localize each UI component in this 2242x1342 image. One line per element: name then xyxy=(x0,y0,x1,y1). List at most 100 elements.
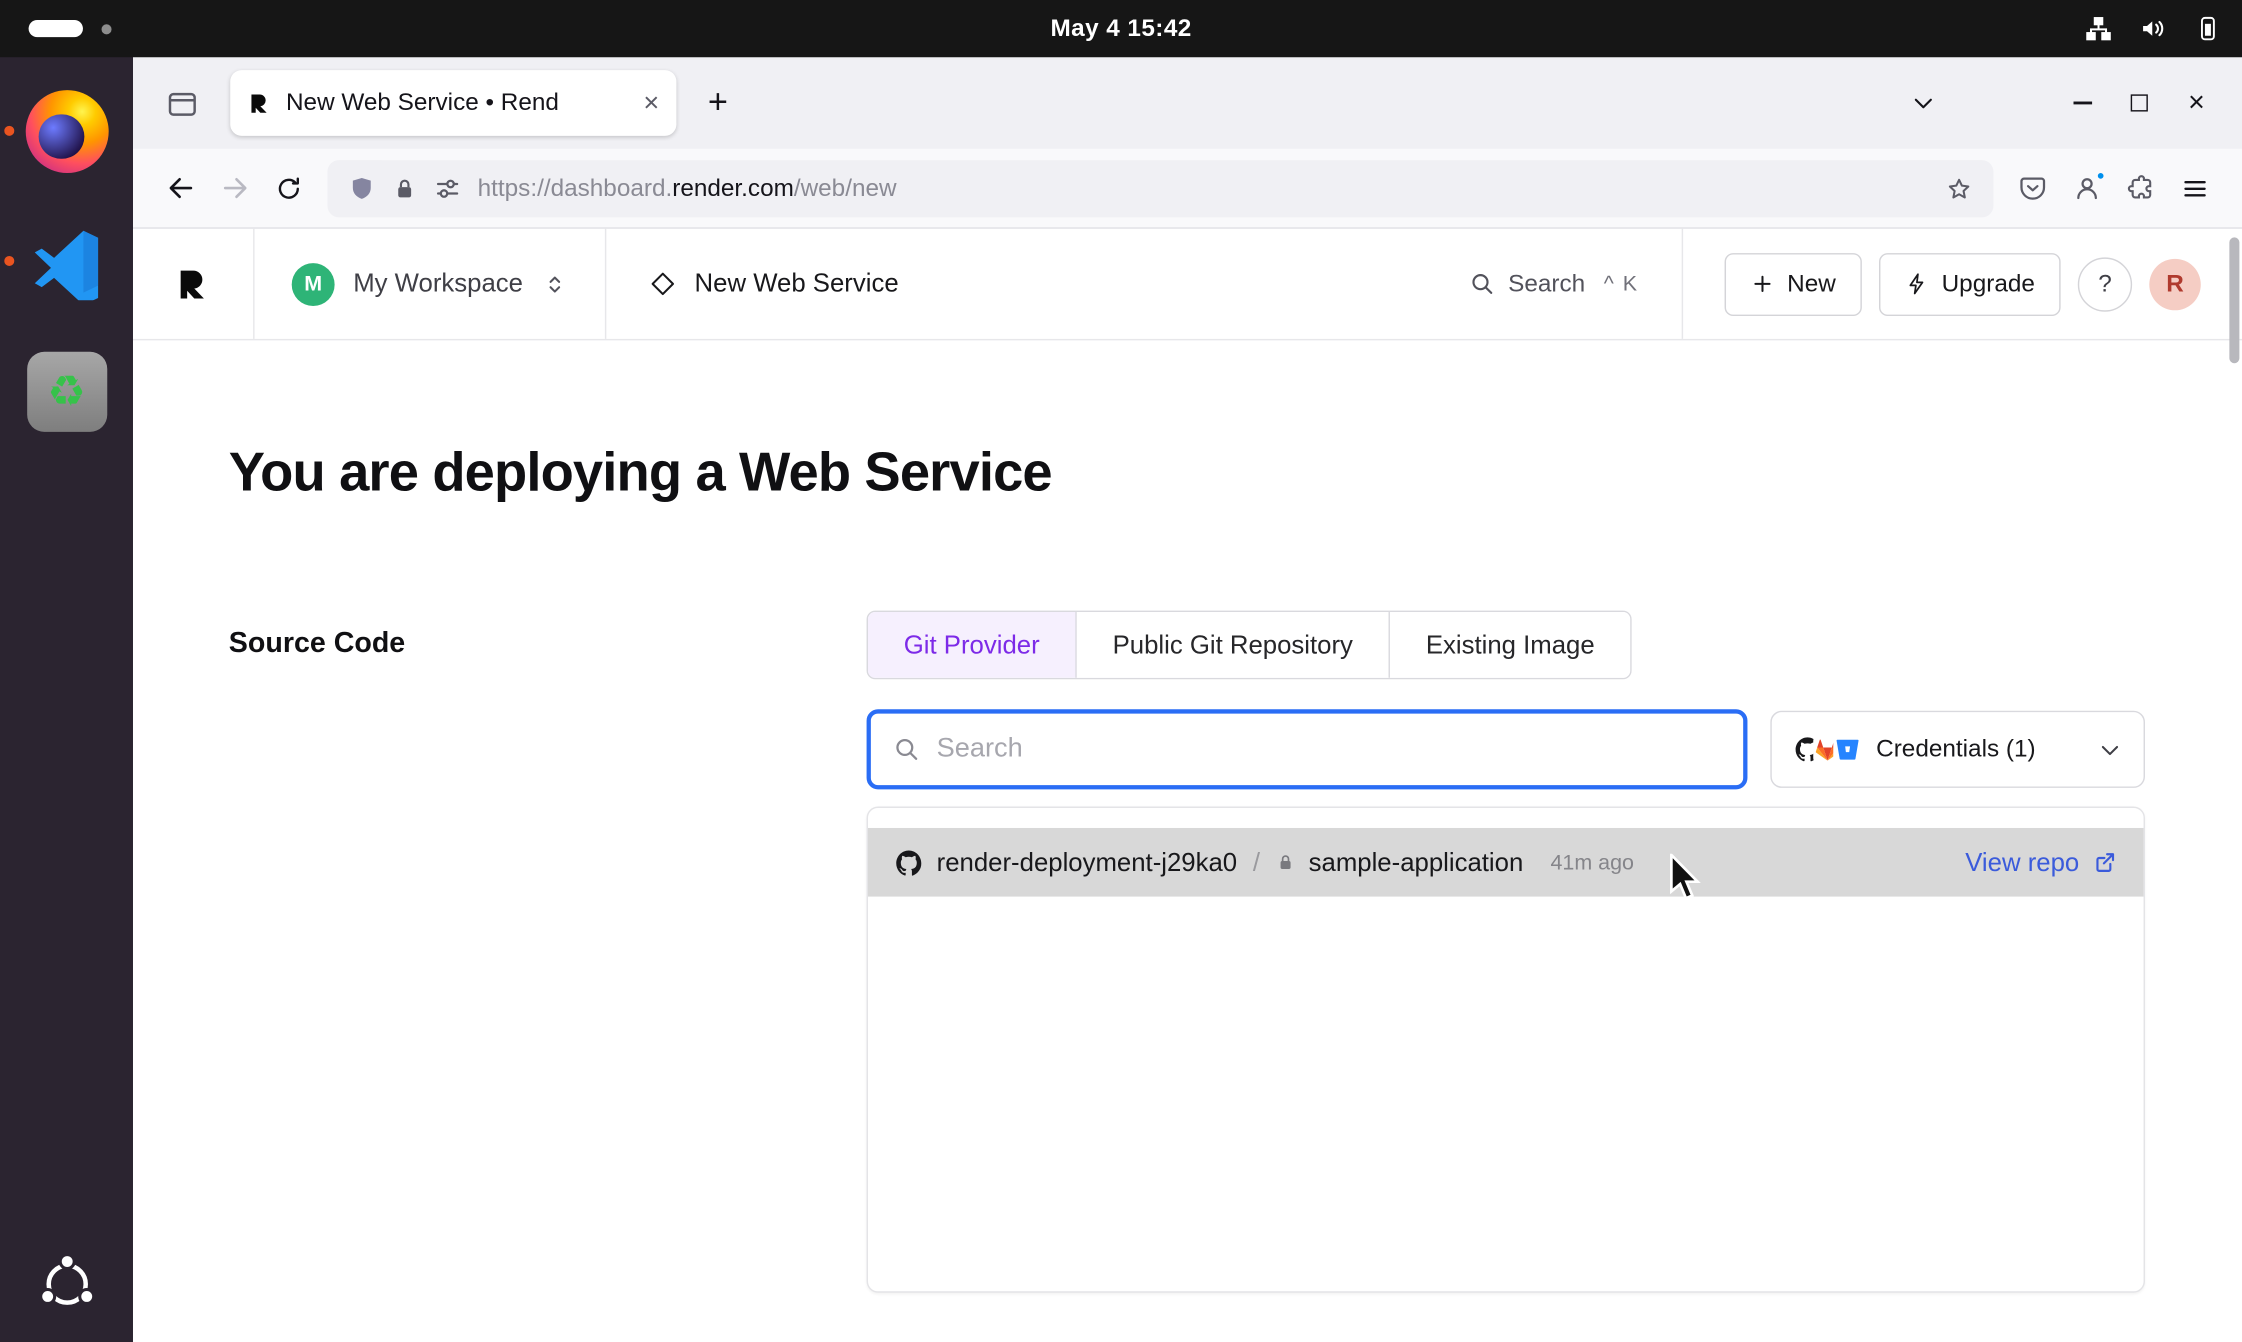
credentials-label: Credentials (1) xyxy=(1876,735,2035,764)
breadcrumb: New Web Service xyxy=(606,269,942,299)
repo-search-field[interactable] xyxy=(867,709,1748,789)
new-button-label: New xyxy=(1787,270,1836,299)
extensions-puzzle-icon xyxy=(2126,173,2156,203)
forward-icon xyxy=(220,173,250,203)
chevron-down-icon xyxy=(2098,737,2122,761)
maximize-icon xyxy=(2131,94,2148,111)
help-button[interactable]: ? xyxy=(2078,257,2132,311)
tab-public-git-repository[interactable]: Public Git Repository xyxy=(1077,612,1390,678)
forward-button[interactable] xyxy=(207,161,261,215)
render-favicon xyxy=(247,91,271,115)
bookmark-star-icon[interactable] xyxy=(1945,174,1974,203)
github-icon xyxy=(894,847,924,877)
browser-tab-active[interactable]: New Web Service • Rend × xyxy=(230,70,676,136)
tracking-shield-icon[interactable] xyxy=(347,174,376,203)
repo-search-input[interactable] xyxy=(937,734,1722,765)
tab-git-provider[interactable]: Git Provider xyxy=(868,612,1077,678)
dock-item-vscode[interactable] xyxy=(21,216,113,308)
new-tab-button[interactable]: + xyxy=(691,76,745,130)
desktop: May 4 15:42 ♻ xyxy=(0,0,2242,1342)
browser-toolbar: https://dashboard.render.com/web/new xyxy=(133,149,2242,229)
window-close-button[interactable]: × xyxy=(2168,74,2225,131)
workspace-name: My Workspace xyxy=(353,269,523,299)
upgrade-button[interactable]: Upgrade xyxy=(1879,252,2061,315)
extensions-button[interactable] xyxy=(2114,161,2168,215)
search-icon xyxy=(892,735,921,764)
screenshot-root: May 4 15:42 ♻ xyxy=(0,0,2242,1342)
url-domain: render.com xyxy=(672,174,794,201)
url-path: /web/new xyxy=(794,174,897,201)
minimize-icon xyxy=(2073,102,2092,105)
private-lock-icon xyxy=(1276,852,1296,872)
page-heading: You are deploying a Web Service xyxy=(229,443,2242,504)
show-apps-button[interactable] xyxy=(0,1251,133,1317)
external-link-icon xyxy=(2092,849,2118,875)
header-actions: New Upgrade ? R xyxy=(1683,252,2242,315)
search-label: Search xyxy=(1508,270,1585,299)
workspace-avatar: M xyxy=(292,262,335,305)
maximize-button[interactable] xyxy=(2111,74,2168,131)
main-content: You are deploying a Web Service Source C… xyxy=(133,443,2242,1292)
reload-button[interactable] xyxy=(262,161,316,215)
repo-path-separator: / xyxy=(1253,847,1260,877)
render-logo-link[interactable] xyxy=(133,229,253,339)
url-bar[interactable]: https://dashboard.render.com/web/new xyxy=(327,159,1993,216)
workspace-indicator[interactable] xyxy=(29,20,112,37)
activities-pill-icon xyxy=(29,20,83,37)
search-icon xyxy=(1468,270,1495,297)
vscode-running-dot xyxy=(4,256,14,266)
lock-icon[interactable] xyxy=(392,175,418,201)
source-type-tabs: Git Provider Public Git Repository Exist… xyxy=(867,611,1632,680)
firefox-view-button[interactable] xyxy=(153,74,210,131)
source-code-label: Source Code xyxy=(229,628,405,659)
window-close-icon: × xyxy=(2188,89,2205,118)
account-button[interactable] xyxy=(2059,161,2113,215)
chevron-down-icon xyxy=(1910,90,1936,116)
system-top-bar: May 4 15:42 xyxy=(0,0,2242,57)
system-clock[interactable]: May 4 15:42 xyxy=(1051,0,1192,57)
workspace-dot-icon xyxy=(102,24,112,34)
list-all-tabs-button[interactable] xyxy=(1896,76,1950,130)
bitbucket-icon xyxy=(1833,735,1862,764)
pocket-button[interactable] xyxy=(2005,161,2059,215)
app-menu-button[interactable] xyxy=(2168,161,2222,215)
new-button[interactable]: New xyxy=(1724,252,1861,315)
minimize-button[interactable] xyxy=(2053,74,2110,131)
app-header: M My Workspace New Web Service Search ^ … xyxy=(133,229,2242,341)
browser-window: New Web Service • Rend × + × xyxy=(133,57,2242,1342)
system-tray[interactable] xyxy=(2084,0,2223,57)
repo-list: render-deployment-j29ka0 / sample-applic… xyxy=(867,807,2145,1293)
network-icon xyxy=(2084,14,2114,44)
pocket-icon xyxy=(2017,173,2047,203)
permissions-icon[interactable] xyxy=(433,174,462,203)
page-scrollbar-thumb[interactable] xyxy=(2229,237,2239,363)
firefox-running-dot xyxy=(4,126,14,136)
dock: ♻ xyxy=(0,57,133,1342)
view-repo-label: View repo xyxy=(1965,847,2079,877)
back-icon xyxy=(165,173,195,203)
dock-item-firefox[interactable] xyxy=(21,86,113,178)
tab-existing-image[interactable]: Existing Image xyxy=(1390,612,1630,678)
tab-title: New Web Service • Rend xyxy=(286,89,629,118)
credentials-dropdown[interactable]: Credentials (1) xyxy=(1770,711,2145,788)
account-notification-dot xyxy=(2095,169,2106,180)
repo-row[interactable]: render-deployment-j29ka0 / sample-applic… xyxy=(868,828,2144,897)
page-title: New Web Service xyxy=(695,269,899,299)
search-shortcut: ^ K xyxy=(1604,272,1639,296)
dock-item-trash[interactable]: ♻ xyxy=(21,346,113,438)
diamond-icon xyxy=(649,270,676,297)
ubuntu-logo-icon xyxy=(34,1251,100,1317)
render-dashboard-page: M My Workspace New Web Service Search ^ … xyxy=(133,229,2242,1342)
reload-icon xyxy=(275,174,304,203)
render-logo-icon xyxy=(174,265,211,302)
user-avatar[interactable]: R xyxy=(2149,258,2200,309)
global-search[interactable]: Search ^ K xyxy=(1468,270,1638,299)
tab-close-icon[interactable]: × xyxy=(643,89,659,116)
back-button[interactable] xyxy=(153,161,207,215)
volume-icon xyxy=(2138,13,2169,44)
workspace-selector[interactable]: M My Workspace xyxy=(255,262,605,305)
repo-updated-time: 41m ago xyxy=(1550,850,1633,874)
plus-icon xyxy=(1750,272,1774,296)
view-repo-link[interactable]: View repo xyxy=(1965,847,2118,877)
vscode-icon xyxy=(28,223,105,300)
